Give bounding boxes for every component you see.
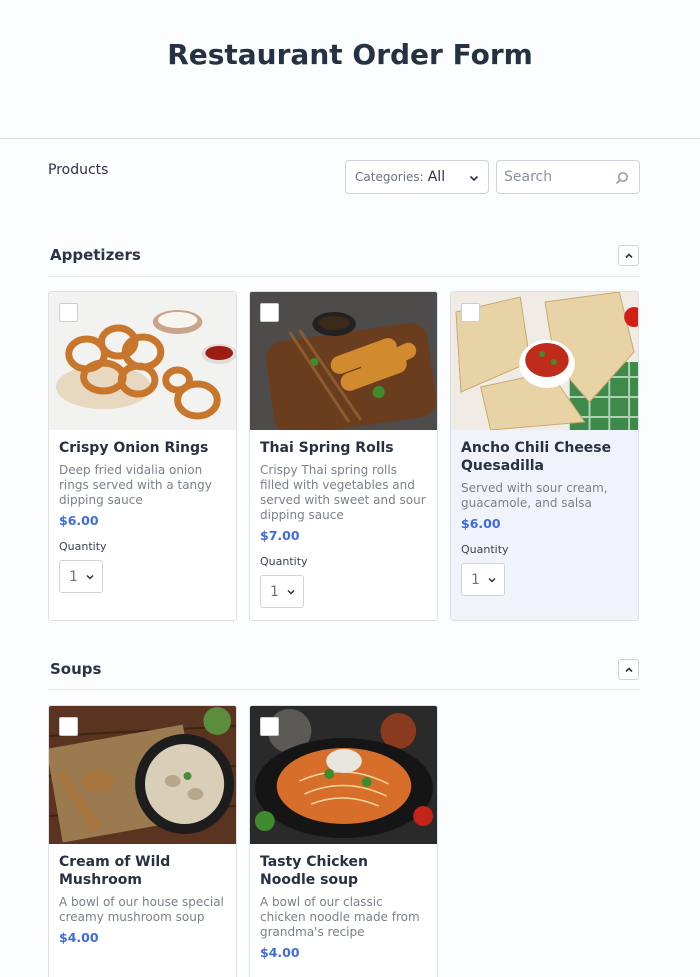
product-name: Ancho Chili Cheese Quesadilla — [461, 440, 612, 474]
section-divider — [48, 276, 640, 277]
quantity-label: Quantity — [59, 540, 107, 553]
products-label: Products — [48, 162, 109, 178]
chevron-down-icon — [469, 175, 479, 182]
chevron-up-icon — [624, 252, 633, 258]
quantity-select[interactable]: 1 — [461, 563, 505, 596]
quantity-select[interactable]: 1 — [260, 575, 304, 608]
header-divider — [0, 138, 700, 139]
product-description: Served with sour cream, guacamole, and s… — [461, 481, 608, 510]
product-description: Deep fried vidalia onion rings served wi… — [59, 463, 212, 507]
product-price: $4.00 — [59, 930, 99, 945]
chevron-down-icon — [86, 574, 94, 580]
product-image-mushroom-soup — [49, 706, 236, 844]
quantity-label: Quantity — [260, 555, 308, 568]
product-card-mushroom-soup[interactable]: Cream of Wild Mushroom A bowl of our hou… — [48, 705, 237, 977]
section-title-appetizers: Appetizers — [50, 246, 141, 264]
product-name: Thai Spring Rolls — [260, 440, 394, 456]
product-card-onion-rings[interactable]: Crispy Onion Rings Deep fried vidalia on… — [48, 291, 237, 621]
quantity-value: 1 — [471, 571, 480, 588]
product-card-spring-rolls[interactable]: Thai Spring Rolls Crispy Thai spring rol… — [249, 291, 438, 621]
quantity-select[interactable]: 1 — [59, 560, 103, 593]
quantity-label: Quantity — [461, 543, 509, 556]
search-box[interactable] — [496, 160, 640, 194]
select-checkbox[interactable] — [461, 303, 480, 322]
select-checkbox[interactable] — [59, 717, 78, 736]
collapse-soups-button[interactable] — [618, 659, 639, 680]
product-price: $6.00 — [461, 516, 501, 531]
collapse-appetizers-button[interactable] — [618, 245, 639, 266]
select-checkbox[interactable] — [260, 303, 279, 322]
chevron-up-icon — [624, 666, 633, 672]
search-icon[interactable] — [615, 171, 629, 185]
product-card-quesadilla[interactable]: Ancho Chili Cheese Quesadilla Served wit… — [450, 291, 639, 621]
select-checkbox[interactable] — [260, 717, 279, 736]
chevron-down-icon — [287, 589, 295, 595]
category-value: All — [427, 169, 446, 185]
product-image-onion-rings — [49, 292, 236, 430]
product-image-spring-rolls — [250, 292, 437, 430]
product-price: $7.00 — [260, 528, 300, 543]
product-image-quesadilla — [451, 292, 638, 430]
search-input[interactable] — [504, 169, 604, 185]
section-divider — [48, 689, 640, 690]
category-select[interactable]: Categories: All — [345, 160, 489, 194]
chevron-down-icon — [488, 577, 496, 583]
product-description: A bowl of our house special creamy mushr… — [59, 895, 224, 924]
category-prefix: Categories: — [355, 170, 424, 184]
select-checkbox[interactable] — [59, 303, 78, 322]
quantity-value: 1 — [69, 568, 78, 585]
quantity-value: 1 — [270, 583, 279, 600]
product-description: A bowl of our classic chicken noodle mad… — [260, 895, 420, 939]
product-name: Cream of Wild Mushroom — [59, 854, 171, 888]
product-price: $4.00 — [260, 945, 300, 960]
product-name: Tasty Chicken Noodle soup — [260, 854, 368, 888]
page-title: Restaurant Order Form — [167, 38, 533, 71]
section-title-soups: Soups — [50, 660, 102, 678]
product-description: Crispy Thai spring rolls filled with veg… — [260, 463, 426, 522]
product-name: Crispy Onion Rings — [59, 440, 209, 456]
product-card-chicken-noodle-soup[interactable]: Tasty Chicken Noodle soup A bowl of our … — [249, 705, 438, 977]
product-image-chicken-noodle-soup — [250, 706, 437, 844]
product-price: $6.00 — [59, 513, 99, 528]
